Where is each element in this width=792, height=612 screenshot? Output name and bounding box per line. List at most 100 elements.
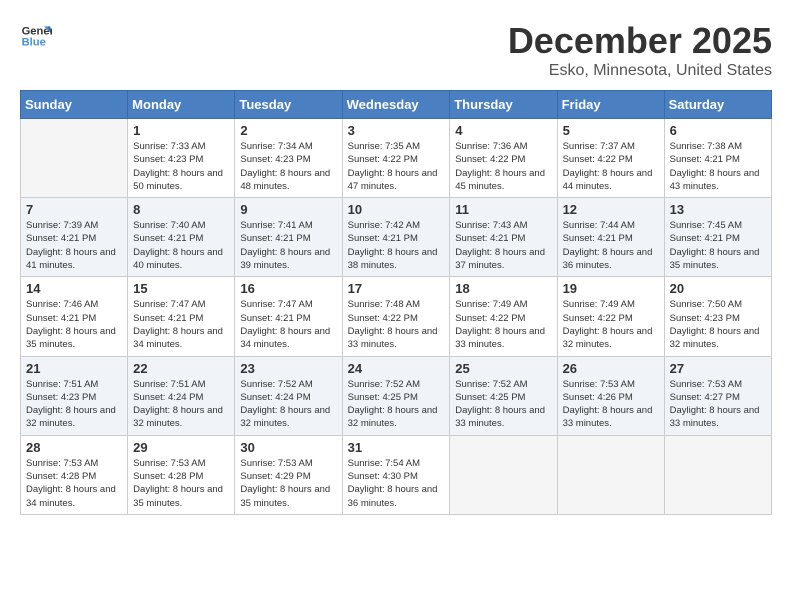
day-info: Sunrise: 7:33 AMSunset: 4:23 PMDaylight:…: [133, 140, 229, 193]
day-cell: [450, 435, 557, 514]
day-number: 13: [670, 202, 766, 217]
week-row-1: 1 Sunrise: 7:33 AMSunset: 4:23 PMDaylight…: [21, 119, 772, 198]
day-info: Sunrise: 7:35 AMSunset: 4:22 PMDaylight:…: [348, 140, 445, 193]
day-cell: 21 Sunrise: 7:51 AMSunset: 4:23 PMDayligh…: [21, 356, 128, 435]
day-cell: 2 Sunrise: 7:34 AMSunset: 4:23 PMDaylight…: [235, 119, 342, 198]
day-info: Sunrise: 7:42 AMSunset: 4:21 PMDaylight:…: [348, 219, 445, 272]
calendar: SundayMondayTuesdayWednesdayThursdayFrid…: [20, 90, 772, 515]
week-row-2: 7 Sunrise: 7:39 AMSunset: 4:21 PMDaylight…: [21, 198, 772, 277]
day-info: Sunrise: 7:49 AMSunset: 4:22 PMDaylight:…: [563, 298, 659, 351]
week-row-3: 14 Sunrise: 7:46 AMSunset: 4:21 PMDayligh…: [21, 277, 772, 356]
day-cell: 23 Sunrise: 7:52 AMSunset: 4:24 PMDayligh…: [235, 356, 342, 435]
day-info: Sunrise: 7:47 AMSunset: 4:21 PMDaylight:…: [240, 298, 336, 351]
day-cell: 25 Sunrise: 7:52 AMSunset: 4:25 PMDayligh…: [450, 356, 557, 435]
day-number: 10: [348, 202, 445, 217]
day-cell: [664, 435, 771, 514]
day-info: Sunrise: 7:43 AMSunset: 4:21 PMDaylight:…: [455, 219, 551, 272]
day-cell: 7 Sunrise: 7:39 AMSunset: 4:21 PMDaylight…: [21, 198, 128, 277]
day-info: Sunrise: 7:50 AMSunset: 4:23 PMDaylight:…: [670, 298, 766, 351]
day-number: 20: [670, 281, 766, 296]
day-cell: 3 Sunrise: 7:35 AMSunset: 4:22 PMDaylight…: [342, 119, 450, 198]
day-cell: 5Sunrise: 7:37 AMSunset: 4:22 PMDaylight…: [557, 119, 664, 198]
location: Esko, Minnesota, United States: [508, 62, 772, 80]
day-number: 14: [26, 281, 122, 296]
day-info: Sunrise: 7:45 AMSunset: 4:21 PMDaylight:…: [670, 219, 766, 272]
day-number: 24: [348, 361, 445, 376]
day-cell: 31 Sunrise: 7:54 AMSunset: 4:30 PMDayligh…: [342, 435, 450, 514]
day-cell: 1 Sunrise: 7:33 AMSunset: 4:23 PMDaylight…: [128, 119, 235, 198]
day-info: Sunrise: 7:53 AMSunset: 4:26 PMDaylight:…: [563, 378, 659, 431]
day-info: Sunrise: 7:48 AMSunset: 4:22 PMDaylight:…: [348, 298, 445, 351]
day-number: 3: [348, 123, 445, 138]
day-info: Sunrise: 7:36 AMSunset: 4:22 PMDaylight:…: [455, 140, 551, 193]
day-cell: 29Sunrise: 7:53 AMSunset: 4:28 PMDayligh…: [128, 435, 235, 514]
header-thursday: Thursday: [450, 91, 557, 119]
day-number: 31: [348, 440, 445, 455]
day-info: Sunrise: 7:41 AMSunset: 4:21 PMDaylight:…: [240, 219, 336, 272]
header-monday: Monday: [128, 91, 235, 119]
logo-icon: General Blue: [20, 20, 52, 52]
day-info: Sunrise: 7:51 AMSunset: 4:23 PMDaylight:…: [26, 378, 122, 431]
day-number: 1: [133, 123, 229, 138]
day-cell: 26 Sunrise: 7:53 AMSunset: 4:26 PMDayligh…: [557, 356, 664, 435]
svg-text:Blue: Blue: [22, 37, 46, 49]
day-info: Sunrise: 7:52 AMSunset: 4:24 PMDaylight:…: [240, 378, 336, 431]
day-info: Sunrise: 7:37 AMSunset: 4:22 PMDaylight:…: [563, 140, 659, 193]
day-cell: 20 Sunrise: 7:50 AMSunset: 4:23 PMDayligh…: [664, 277, 771, 356]
header-wednesday: Wednesday: [342, 91, 450, 119]
header-friday: Friday: [557, 91, 664, 119]
logo: General Blue: [20, 20, 52, 52]
day-number: 17: [348, 281, 445, 296]
day-cell: 22Sunrise: 7:51 AMSunset: 4:24 PMDayligh…: [128, 356, 235, 435]
day-cell: 15Sunrise: 7:47 AMSunset: 4:21 PMDayligh…: [128, 277, 235, 356]
day-info: Sunrise: 7:40 AMSunset: 4:21 PMDaylight:…: [133, 219, 229, 272]
day-number: 12: [563, 202, 659, 217]
day-cell: 4 Sunrise: 7:36 AMSunset: 4:22 PMDaylight…: [450, 119, 557, 198]
day-cell: 9Sunrise: 7:41 AMSunset: 4:21 PMDaylight…: [235, 198, 342, 277]
day-info: Sunrise: 7:44 AMSunset: 4:21 PMDaylight:…: [563, 219, 659, 272]
day-number: 18: [455, 281, 551, 296]
day-number: 26: [563, 361, 659, 376]
day-number: 21: [26, 361, 122, 376]
day-cell: 6 Sunrise: 7:38 AMSunset: 4:21 PMDaylight…: [664, 119, 771, 198]
day-cell: 18 Sunrise: 7:49 AMSunset: 4:22 PMDayligh…: [450, 277, 557, 356]
day-info: Sunrise: 7:52 AMSunset: 4:25 PMDaylight:…: [348, 378, 445, 431]
day-number: 27: [670, 361, 766, 376]
day-number: 25: [455, 361, 551, 376]
day-info: Sunrise: 7:54 AMSunset: 4:30 PMDaylight:…: [348, 457, 445, 510]
day-number: 29: [133, 440, 229, 455]
header-saturday: Saturday: [664, 91, 771, 119]
day-number: 22: [133, 361, 229, 376]
day-cell: [557, 435, 664, 514]
day-info: Sunrise: 7:34 AMSunset: 4:23 PMDaylight:…: [240, 140, 336, 193]
week-row-4: 21 Sunrise: 7:51 AMSunset: 4:23 PMDayligh…: [21, 356, 772, 435]
day-info: Sunrise: 7:52 AMSunset: 4:25 PMDaylight:…: [455, 378, 551, 431]
day-number: 11: [455, 202, 551, 217]
day-cell: 19Sunrise: 7:49 AMSunset: 4:22 PMDayligh…: [557, 277, 664, 356]
day-number: 23: [240, 361, 336, 376]
day-number: 15: [133, 281, 229, 296]
day-cell: 8Sunrise: 7:40 AMSunset: 4:21 PMDaylight…: [128, 198, 235, 277]
day-cell: 16 Sunrise: 7:47 AMSunset: 4:21 PMDayligh…: [235, 277, 342, 356]
day-cell: 13 Sunrise: 7:45 AMSunset: 4:21 PMDayligh…: [664, 198, 771, 277]
header-tuesday: Tuesday: [235, 91, 342, 119]
day-info: Sunrise: 7:38 AMSunset: 4:21 PMDaylight:…: [670, 140, 766, 193]
header-sunday: Sunday: [21, 91, 128, 119]
page-header: General Blue December 2025 Esko, Minneso…: [20, 20, 772, 80]
day-info: Sunrise: 7:46 AMSunset: 4:21 PMDaylight:…: [26, 298, 122, 351]
day-number: 4: [455, 123, 551, 138]
day-number: 7: [26, 202, 122, 217]
day-cell: 27Sunrise: 7:53 AMSunset: 4:27 PMDayligh…: [664, 356, 771, 435]
weekday-header-row: SundayMondayTuesdayWednesdayThursdayFrid…: [21, 91, 772, 119]
day-number: 6: [670, 123, 766, 138]
day-info: Sunrise: 7:49 AMSunset: 4:22 PMDaylight:…: [455, 298, 551, 351]
day-cell: 24 Sunrise: 7:52 AMSunset: 4:25 PMDayligh…: [342, 356, 450, 435]
day-number: 16: [240, 281, 336, 296]
day-number: 2: [240, 123, 336, 138]
day-cell: 30Sunrise: 7:53 AMSunset: 4:29 PMDayligh…: [235, 435, 342, 514]
day-cell: 17 Sunrise: 7:48 AMSunset: 4:22 PMDayligh…: [342, 277, 450, 356]
day-info: Sunrise: 7:39 AMSunset: 4:21 PMDaylight:…: [26, 219, 122, 272]
month-title: December 2025: [508, 20, 772, 62]
day-number: 28: [26, 440, 122, 455]
day-info: Sunrise: 7:53 AMSunset: 4:28 PMDaylight:…: [26, 457, 122, 510]
